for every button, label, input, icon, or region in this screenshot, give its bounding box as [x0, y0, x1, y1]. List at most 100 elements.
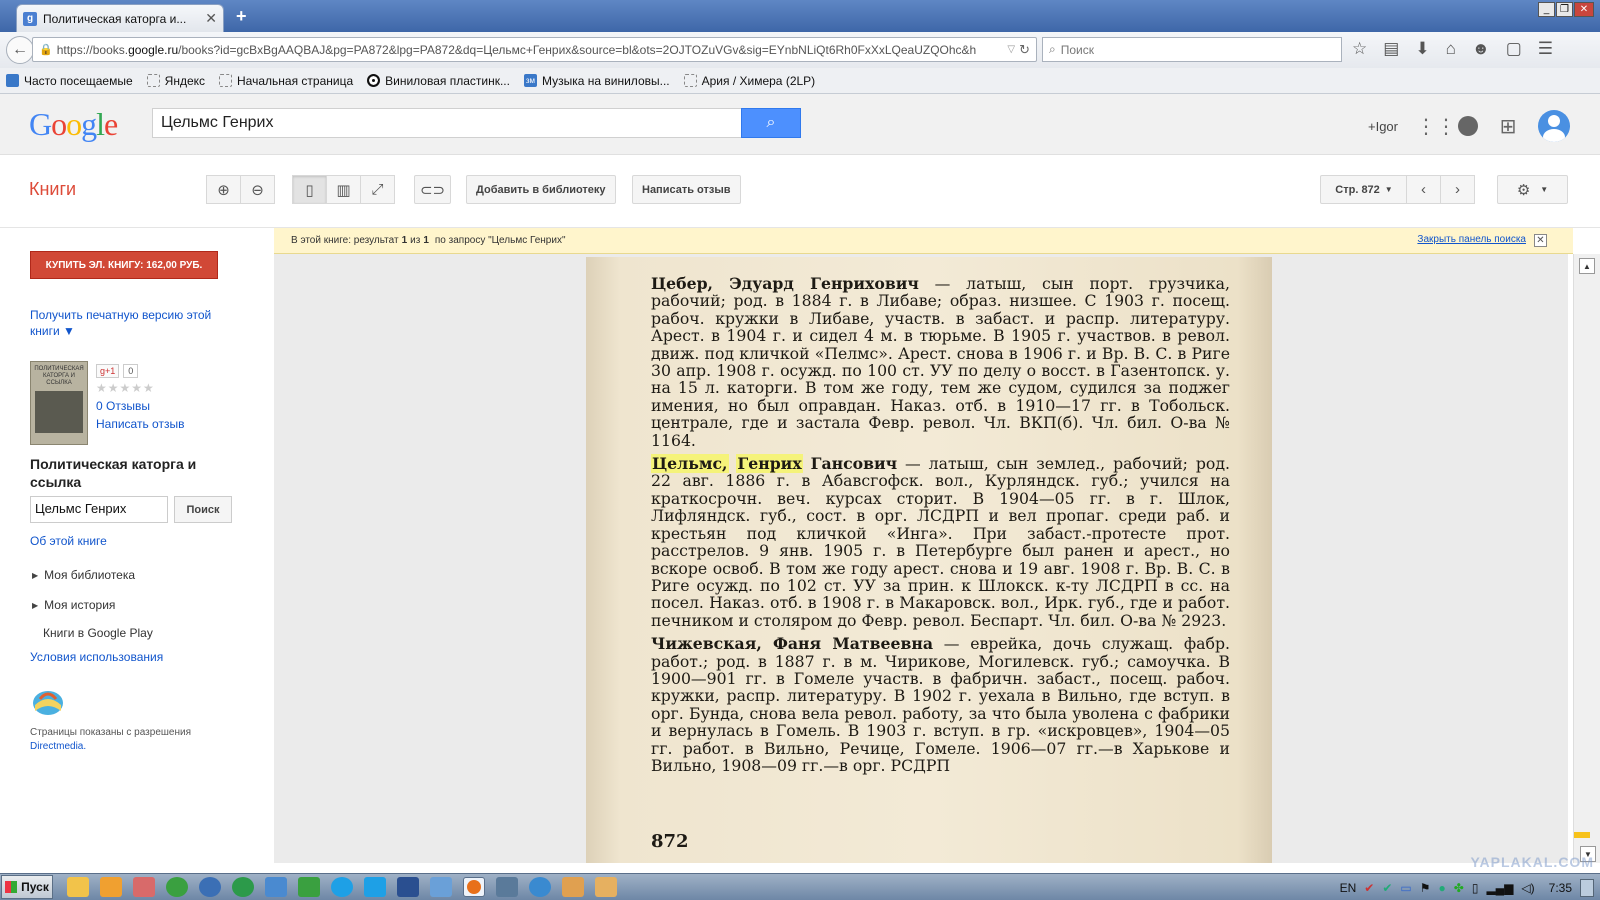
gplus-button[interactable]: g+1 — [96, 364, 120, 378]
book-viewer[interactable]: Цебер, Эдуард Генрихович — латыш, сын по… — [274, 254, 1568, 863]
tray-update-icon[interactable]: ✔ — [1382, 881, 1392, 895]
explorer-icon[interactable] — [67, 877, 89, 897]
print-version-link[interactable]: Получить печатную версию этой книги ▼ — [30, 307, 240, 339]
menu-icon[interactable]: ☰ — [1538, 39, 1553, 59]
my-history-item[interactable]: ▶ Моя история — [32, 598, 115, 612]
write-review-button[interactable]: Написать отзыв — [632, 175, 741, 204]
buy-ebook-button[interactable]: КУПИТЬ ЭЛ. КНИГУ: 162,00 РУБ. — [30, 251, 218, 279]
bookmark-vinyl[interactable]: Виниловая пластинк... — [367, 74, 510, 88]
network-icon[interactable] — [199, 877, 221, 897]
publisher-link[interactable]: Directmedia. — [30, 741, 86, 752]
in-book-search-input[interactable]: Цельмс Генрих — [30, 496, 168, 523]
google-logo[interactable]: Google — [29, 106, 118, 143]
link-button[interactable]: ⊂⊃ — [414, 175, 451, 204]
browser-search-placeholder: Поиск — [1060, 42, 1094, 57]
two-page-icon[interactable]: ▥ — [326, 175, 361, 204]
save-icon[interactable] — [397, 877, 419, 897]
browser-tab[interactable]: g Политическая каторга и... ✕ — [16, 4, 224, 32]
avatar[interactable] — [1538, 110, 1570, 142]
share-plus-icon[interactable]: ⊞ — [1496, 114, 1520, 139]
tray-clover-icon[interactable]: ✤ — [1454, 881, 1464, 895]
chat-icon[interactable]: ☻ — [1472, 39, 1490, 59]
search-highlight: Генрих — [736, 454, 803, 474]
internet-explorer-icon[interactable] — [529, 877, 551, 897]
directmedia-logo-icon[interactable] — [30, 685, 66, 717]
page-select[interactable]: Стр. 872 ▼ — [1320, 175, 1408, 204]
reviews-count-link[interactable]: 0 Отзывы — [96, 398, 150, 414]
add-to-library-button[interactable]: Добавить в библиотеку — [466, 175, 616, 204]
about-book-link[interactable]: Об этой книге — [30, 533, 107, 549]
bookmark-music-vinyl[interactable]: зм Музыка на виниловы... — [523, 74, 670, 88]
bookmark-yandex[interactable]: Яндекс — [146, 74, 205, 88]
fullscreen-icon[interactable]: ⤢ — [360, 175, 395, 204]
scroll-up-icon[interactable]: ▲ — [1579, 258, 1595, 274]
settings-button[interactable]: ⚙ ▼ — [1497, 175, 1568, 204]
keyboard-icon[interactable] — [265, 877, 287, 897]
rating-stars[interactable]: ★★★★★ — [96, 381, 155, 395]
tray-volume-icon[interactable]: ◁) — [1521, 881, 1534, 895]
clock[interactable]: 7:35 — [1549, 881, 1572, 895]
reload-icon[interactable]: ↻ — [1019, 42, 1030, 58]
google-play-books-link[interactable]: Книги в Google Play — [43, 626, 153, 640]
url-dropdown-icon[interactable]: ▽ — [1007, 44, 1015, 55]
terms-of-use-link[interactable]: Условия использования — [30, 649, 163, 665]
close-search-panel-link[interactable]: Закрыть панель поиска — [1417, 234, 1526, 245]
sidebar-write-review-link[interactable]: Написать отзыв — [96, 416, 184, 432]
zoom-out-icon[interactable]: ⊖ — [240, 175, 275, 204]
show-desktop-button[interactable] — [1580, 878, 1594, 897]
zoom-in-icon[interactable]: ⊕ — [206, 175, 241, 204]
gear-app-icon[interactable] — [298, 877, 320, 897]
vertical-scrollbar[interactable]: ▲ ▼ — [1573, 254, 1600, 863]
prev-page-icon[interactable]: ‹ — [1406, 175, 1441, 204]
firefox-icon[interactable] — [463, 877, 485, 897]
calendar-icon[interactable] — [133, 877, 155, 897]
browser-search-bar[interactable]: ⌕ Поиск — [1042, 37, 1342, 62]
skype-window-icon[interactable] — [364, 877, 386, 897]
language-indicator[interactable]: EN — [1340, 881, 1357, 895]
start-button[interactable]: Пуск — [1, 875, 53, 899]
media-player-icon[interactable] — [100, 877, 122, 897]
back-button[interactable]: ← — [6, 36, 34, 64]
network-drive-icon[interactable] — [430, 877, 452, 897]
single-page-icon[interactable]: ▯ — [292, 175, 327, 204]
kaspersky-icon[interactable]: ▢ — [1506, 39, 1522, 59]
in-book-search-button[interactable]: Поиск — [174, 496, 232, 523]
tray-status-icon[interactable]: ● — [1439, 881, 1446, 895]
skype-icon[interactable] — [331, 877, 353, 897]
bookmarks-list-icon[interactable]: ▤ — [1383, 39, 1399, 59]
tab-close-icon[interactable]: ✕ — [205, 10, 217, 27]
url-text[interactable]: https://books.google.ru/books?id=gcBxBgA… — [57, 43, 1004, 57]
archive-icon[interactable] — [595, 877, 617, 897]
tray-monitor-icon[interactable]: ▭ — [1400, 881, 1411, 895]
books-section-title[interactable]: Книги — [29, 179, 76, 200]
new-tab-button[interactable]: + — [236, 6, 247, 27]
tray-battery-icon[interactable]: ▯ — [1472, 881, 1479, 895]
bookmark-star-icon[interactable]: ☆ — [1352, 39, 1367, 59]
paint-icon[interactable] — [562, 877, 584, 897]
book-cover[interactable]: ПОЛИТИЧЕСКАЯ КАТОРГА И ССЫЛКА — [30, 361, 88, 445]
scroll-thumb[interactable] — [1574, 832, 1590, 838]
network-monitor-icon[interactable] — [496, 877, 518, 897]
next-page-icon[interactable]: › — [1440, 175, 1475, 204]
utorrent-icon[interactable] — [166, 877, 188, 897]
gplus-user-link[interactable]: +Igor — [1368, 119, 1398, 134]
bookmark-aria[interactable]: Ария / Химера (2LP) — [683, 74, 815, 88]
my-library-item[interactable]: ▶ Моя библиотека — [32, 568, 135, 582]
home-icon[interactable]: ⌂ — [1446, 39, 1456, 59]
bookmark-most-visited[interactable]: Часто посещаемые — [6, 74, 133, 88]
bookmark-start-page[interactable]: Начальная страница — [219, 74, 353, 88]
maximize-button[interactable]: ❐ — [1556, 2, 1573, 17]
tray-flag-icon[interactable]: ⚑ — [1420, 881, 1431, 895]
close-icon[interactable]: ✕ — [1534, 234, 1547, 247]
apps-grid-icon[interactable]: ⋮⋮⋮ — [1416, 114, 1476, 139]
url-bar[interactable]: 🔒 https://books.google.ru/books?id=gcBxB… — [32, 37, 1037, 62]
icq-icon[interactable] — [232, 877, 254, 897]
downloads-icon[interactable]: ⬇ — [1415, 39, 1429, 59]
minimize-button[interactable]: _ — [1538, 2, 1555, 17]
notifications-icon[interactable] — [1458, 116, 1478, 136]
tray-signal-icon[interactable]: ▂▄▆ — [1486, 881, 1513, 895]
close-window-button[interactable]: ✕ — [1574, 2, 1594, 17]
google-search-input[interactable]: Цельмс Генрих — [152, 108, 742, 138]
tray-antivirus-icon[interactable]: ✔ — [1364, 881, 1374, 895]
google-search-button[interactable]: ⌕ — [741, 108, 801, 138]
